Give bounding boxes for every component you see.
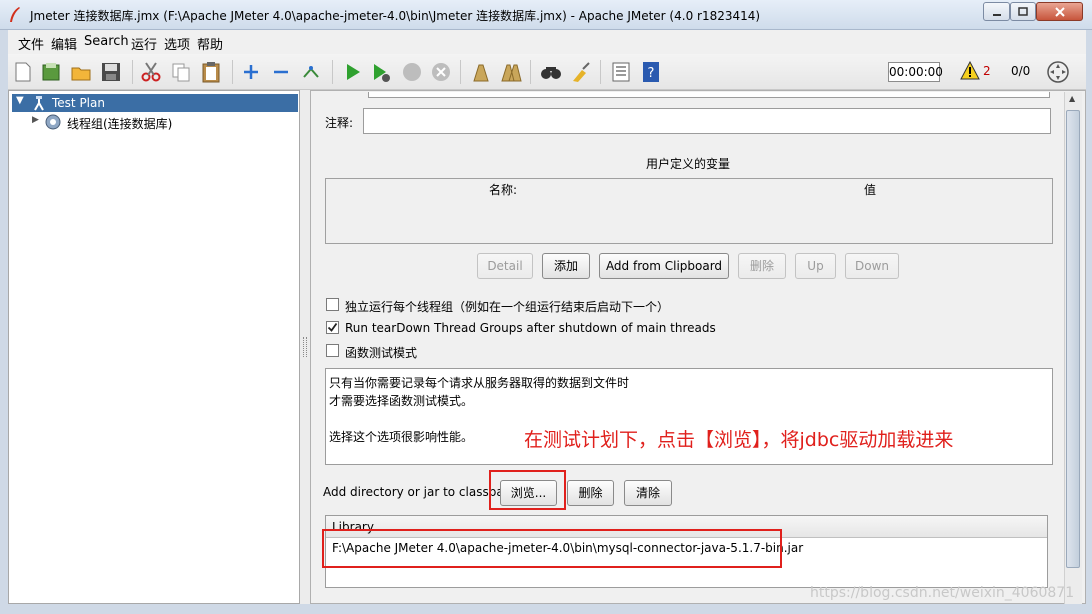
clear-all-icon[interactable] <box>500 61 522 83</box>
tree-label-test-plan: Test Plan <box>52 96 105 110</box>
menu-bar: 文件 编辑 Search 运行 选项 帮助 <box>0 30 1092 54</box>
svg-text:?: ? <box>648 66 655 81</box>
tree-label-thread-group: 线程组(连接数据库) <box>67 117 173 131</box>
maximize-button[interactable] <box>1010 2 1036 21</box>
add-from-clipboard-button[interactable]: Add from Clipboard <box>599 253 729 279</box>
help-line-2: 才需要选择函数测试模式。 <box>329 394 474 408</box>
browse-highlight <box>489 470 566 510</box>
collapsed-arrow-icon[interactable]: ▶ <box>32 115 39 125</box>
library-highlight <box>322 529 782 568</box>
shutdown-icon[interactable] <box>430 61 452 83</box>
tree-item-test-plan[interactable]: ▼ Test Plan <box>12 94 298 112</box>
cut-icon[interactable] <box>140 61 162 83</box>
start-icon[interactable] <box>342 61 364 83</box>
close-button[interactable] <box>1036 2 1083 21</box>
thread-group-gear-icon <box>45 114 61 130</box>
instruction-annotation: 在测试计划下，点击【浏览】，将jdbc驱动加载进来 <box>524 429 954 451</box>
help-line-1: 只有当你需要记录每个请求从服务器取得的数据到文件时 <box>329 376 630 390</box>
active-threads: 0/0 <box>1011 64 1031 78</box>
help-line-3: 选择这个选项很影响性能。 <box>329 430 474 444</box>
close-icon <box>1054 6 1065 17</box>
clear-icon[interactable] <box>470 61 492 83</box>
scroll-up-icon[interactable]: ▲ <box>1069 94 1075 103</box>
maximize-icon <box>1018 6 1028 16</box>
column-name-header: 名称: <box>489 183 518 197</box>
expand-all-icon[interactable] <box>240 61 262 83</box>
teardown-label: Run tearDown Thread Groups after shutdow… <box>345 321 716 335</box>
jmeter-feather-icon <box>10 7 20 22</box>
templates-icon[interactable] <box>40 61 62 83</box>
remote-status-icon <box>1047 61 1069 83</box>
stop-icon[interactable] <box>401 61 423 83</box>
window-title: Jmeter 连接数据库.jmx (F:\Apache JMeter 4.0\a… <box>30 9 761 23</box>
menu-help[interactable]: 帮助 <box>197 34 223 53</box>
menu-run[interactable]: 运行 <box>131 34 157 53</box>
test-plan-icon <box>34 96 44 111</box>
menu-edit[interactable]: 编辑 <box>51 34 77 53</box>
splitter-grip[interactable] <box>303 337 307 357</box>
help-icon[interactable]: ? <box>640 61 662 83</box>
scrollbar-thumb[interactable] <box>1066 110 1080 568</box>
name-field-partial[interactable] <box>368 92 1050 98</box>
serial-threadgroups-label: 独立运行每个线程组（例如在一个组运行结束后启动下一个） <box>345 300 670 314</box>
add-variable-button[interactable]: 添加 <box>542 253 590 279</box>
functional-mode-checkbox[interactable] <box>326 344 339 357</box>
watermark: https://blog.csdn.net/weixin_4060871 <box>810 585 1075 601</box>
classpath-label: Add directory or jar to classpath <box>323 485 517 499</box>
warning-count: 2 <box>983 64 991 78</box>
copy-icon[interactable] <box>170 61 192 83</box>
tree-item-thread-group[interactable]: ▶ 线程组(连接数据库) <box>12 113 300 131</box>
delete-variable-button[interactable]: 删除 <box>738 253 786 279</box>
menu-search[interactable]: Search <box>84 34 129 49</box>
function-helper-icon[interactable] <box>610 61 632 83</box>
toggle-icon[interactable] <box>300 61 322 83</box>
title-bar: Jmeter 连接数据库.jmx (F:\Apache JMeter 4.0\a… <box>0 0 1092 30</box>
teardown-checkbox[interactable] <box>326 321 339 334</box>
menu-options[interactable]: 选项 <box>164 34 190 53</box>
toolbar: ? 00:00:00 2 0/0 <box>8 54 1086 90</box>
column-value-header: 值 <box>864 183 877 197</box>
test-tree: ▼ Test Plan ▶ 线程组(连接数据库) <box>8 90 300 604</box>
open-icon[interactable] <box>70 61 92 83</box>
move-down-button[interactable]: Down <box>845 253 899 279</box>
variables-title: 用户定义的变量 <box>646 157 731 171</box>
serial-threadgroups-checkbox[interactable] <box>326 298 339 311</box>
comment-input[interactable] <box>363 108 1051 134</box>
remove-jar-button[interactable]: 删除 <box>567 480 614 506</box>
minimize-button[interactable] <box>983 2 1010 21</box>
minimize-icon <box>992 13 1001 16</box>
checkmark-icon <box>327 322 338 332</box>
warning-icon[interactable] <box>960 61 980 81</box>
variables-table[interactable]: 名称: 值 <box>325 178 1053 244</box>
move-up-button[interactable]: Up <box>795 253 836 279</box>
paste-icon[interactable] <box>200 61 222 83</box>
save-icon[interactable] <box>100 61 122 83</box>
search-icon[interactable] <box>540 61 562 83</box>
reset-search-icon[interactable] <box>570 61 592 83</box>
comment-label: 注释: <box>325 116 354 130</box>
new-icon[interactable] <box>12 61 34 83</box>
expanded-arrow-icon[interactable]: ▼ <box>16 95 24 106</box>
start-no-pause-icon[interactable] <box>370 61 392 83</box>
detail-button[interactable]: Detail <box>477 253 533 279</box>
collapse-all-icon[interactable] <box>270 61 292 83</box>
elapsed-timer: 00:00:00 <box>888 62 943 82</box>
clear-classpath-button[interactable]: 清除 <box>624 480 672 506</box>
functional-mode-label: 函数测试模式 <box>345 346 418 360</box>
menu-file[interactable]: 文件 <box>18 34 44 53</box>
